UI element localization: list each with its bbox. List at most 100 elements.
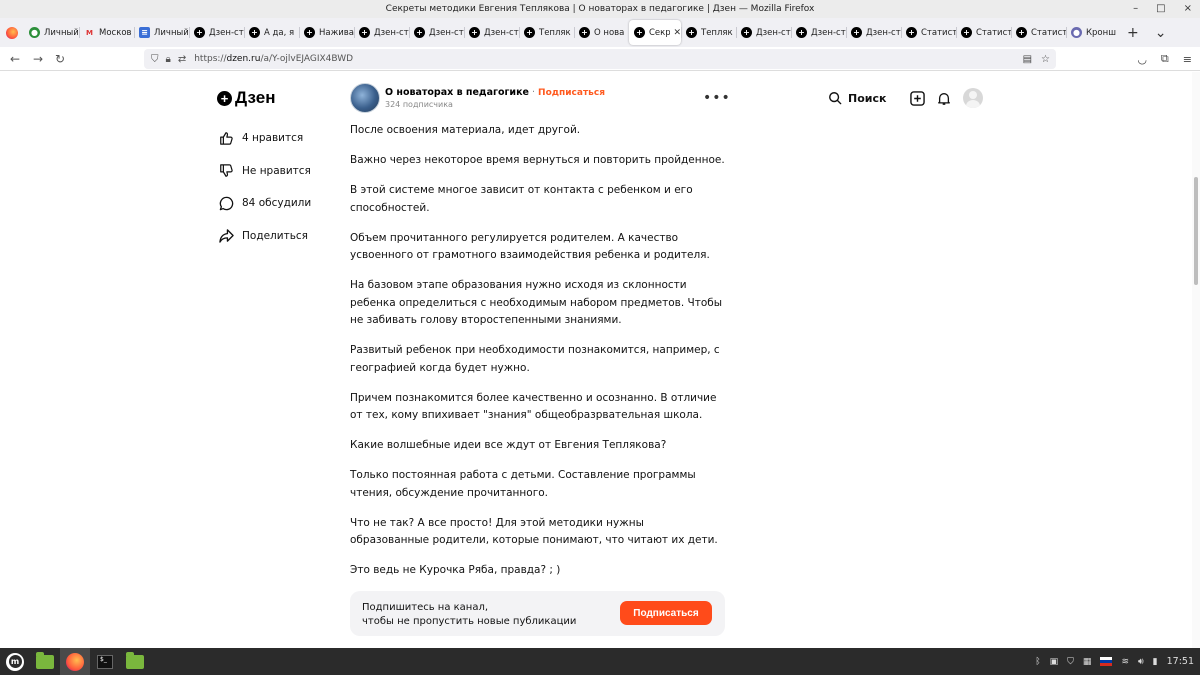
network-manager-icon[interactable]: ▦	[1083, 657, 1092, 667]
ok-icon: ●	[29, 27, 40, 38]
notifications-bell-icon[interactable]	[937, 91, 951, 106]
bluetooth-icon[interactable]: ᛒ	[1035, 657, 1040, 667]
terminal-icon: $_	[97, 654, 113, 669]
article-paragraph: Причем познакомится более качественно и …	[350, 391, 717, 422]
tab[interactable]: + Тепляк	[519, 20, 574, 45]
dzen-icon: +	[1016, 27, 1027, 38]
clock[interactable]: 17:51	[1167, 656, 1194, 667]
url-bar[interactable]: ⛉ 🔒︎ ⇄ https://dzen.ru/a/Y-ojlvEJAGIX4BW…	[144, 49, 1056, 69]
tab[interactable]: + Статист	[901, 20, 956, 45]
tab[interactable]: + А да, я	[244, 20, 299, 45]
tab[interactable]: + Дзен-ст	[846, 20, 901, 45]
tab-label: Дзен-ст	[209, 27, 244, 38]
dzen-icon: +	[686, 27, 697, 38]
window-title: Секреты методики Евгения Теплякова | О н…	[385, 4, 815, 14]
tracking-shield-icon[interactable]: ⛉	[151, 54, 159, 65]
subscribe-card-line2: чтобы не пропустить новые публикации	[362, 615, 577, 627]
url-prefix: https://	[194, 54, 227, 64]
tab[interactable]: + Дзен-ст	[464, 20, 519, 45]
bookmark-star-icon[interactable]: ☆	[1041, 54, 1050, 65]
update-manager-icon[interactable]: ⛉	[1067, 657, 1074, 667]
taskbar: m $_ ᛒ ▣ ⛉ ▦ ≋ 🔊︎ ▮ 17:51	[0, 648, 1200, 675]
tab[interactable]: М Москов	[79, 20, 134, 45]
tab[interactable]: + О нова	[574, 20, 629, 45]
like-button[interactable]: 4 нравится	[218, 122, 311, 155]
clipboard-icon[interactable]: ▣	[1050, 657, 1059, 667]
back-button[interactable]: ←	[10, 47, 20, 71]
tab[interactable]: + Дзен-ст	[736, 20, 791, 45]
channel-name[interactable]: О новаторах в педагогике	[385, 87, 529, 98]
tab-label: Нажива	[319, 27, 354, 38]
channel-subscribe-link[interactable]: Подписаться	[538, 88, 605, 98]
tab[interactable]: + Дзен-ст	[409, 20, 464, 45]
taskbar-firefox[interactable]	[60, 648, 90, 675]
channel-header: О новаторах в педагогике · Подписаться 3…	[350, 83, 605, 113]
url-text[interactable]: https://dzen.ru/a/Y-ojlvEJAGIX4BWD	[194, 54, 353, 64]
subscribe-button[interactable]: Подписаться	[620, 601, 712, 625]
dzen-logo[interactable]: + Дзен	[217, 88, 275, 108]
show-desktop-button[interactable]	[30, 648, 60, 675]
battery-icon[interactable]: ▮	[1153, 657, 1158, 667]
dislike-button[interactable]: Не нравится	[218, 155, 311, 188]
tab[interactable]: + Тепляк	[681, 20, 736, 45]
page-scrollbar[interactable]	[1192, 72, 1200, 648]
user-icon: ●	[1071, 27, 1082, 38]
comment-icon	[218, 195, 234, 211]
tab[interactable]: + Дзен-ст	[791, 20, 846, 45]
lock-icon[interactable]: 🔒︎	[166, 54, 171, 65]
new-tab-button[interactable]: +	[1127, 25, 1139, 41]
tab[interactable]: + Нажива	[299, 20, 354, 45]
dzen-logo-text: Дзен	[235, 88, 276, 107]
forward-button[interactable]: →	[33, 47, 43, 71]
tab-label: Дзен-ст	[756, 27, 791, 38]
channel-avatar[interactable]	[350, 83, 380, 113]
navigation-toolbar: ← → ↻ ⛉ 🔒︎ ⇄ https://dzen.ru/a/Y-ojlvEJA…	[0, 47, 1200, 71]
firefox-taskbar-icon	[66, 652, 84, 671]
article-paragraph: Что не так? А все просто! Для этой метод…	[350, 516, 718, 547]
close-window-button[interactable]: ×	[1184, 0, 1192, 18]
page-content: + Дзен 4 нравится Не нравится 84 обсудил…	[0, 72, 1192, 648]
tab[interactable]: ≡ Личный	[134, 20, 189, 45]
tab[interactable]: + Дзен-ст	[189, 20, 244, 45]
minimize-button[interactable]: –	[1133, 0, 1138, 18]
url-path: /a/Y-ojlvEJAGIX4BWD	[260, 54, 354, 64]
tab-close-icon[interactable]: ✕	[673, 28, 681, 38]
article-actions: 4 нравится Не нравится 84 обсудили Подел…	[218, 122, 311, 252]
dzen-icon: +	[194, 27, 205, 38]
create-post-icon[interactable]	[910, 90, 926, 106]
comments-button[interactable]: 84 обсудили	[218, 187, 311, 220]
url-host: dzen.ru	[226, 54, 261, 64]
list-tabs-button[interactable]: ⌄	[1155, 25, 1167, 41]
volume-icon[interactable]: 🔊︎	[1138, 657, 1144, 667]
tab[interactable]: + Дзен-ст	[354, 20, 409, 45]
tab[interactable]: + Статист	[1011, 20, 1066, 45]
tab-active[interactable]: + Секр ✕	[629, 20, 681, 45]
subscribe-card: Подпишитесь на канал, чтобы не пропустит…	[350, 591, 725, 636]
extensions-icon[interactable]: ⧉	[1161, 52, 1169, 66]
reader-view-icon[interactable]: ▤	[1023, 54, 1032, 65]
more-options-icon[interactable]: •••	[703, 90, 731, 106]
wifi-icon[interactable]: ≋	[1121, 657, 1129, 667]
tab-label: Личный	[154, 27, 189, 38]
dislike-label: Не нравится	[242, 164, 311, 177]
reload-button[interactable]: ↻	[55, 47, 65, 71]
dzen-icon: +	[634, 27, 645, 38]
maximize-button[interactable]: □	[1156, 0, 1165, 18]
scrollbar-thumb[interactable]	[1194, 177, 1198, 285]
keyboard-layout-flag-icon[interactable]	[1100, 657, 1113, 666]
user-avatar[interactable]	[963, 88, 984, 108]
tab[interactable]: ● Личный	[24, 20, 79, 45]
firefox-view-button[interactable]	[0, 18, 24, 47]
taskbar-terminal[interactable]: $_	[90, 648, 120, 675]
dzen-icon: +	[961, 27, 972, 38]
tab[interactable]: + Статист	[956, 20, 1011, 45]
search-button[interactable]: Поиск	[828, 91, 886, 105]
menu-icon[interactable]: ≡	[1183, 53, 1192, 66]
share-button[interactable]: Поделиться	[218, 220, 311, 253]
permissions-icon[interactable]: ⇄	[178, 54, 186, 65]
pocket-icon[interactable]: ◡	[1137, 53, 1147, 66]
article-paragraph: Только постоянная работа с детьми. Соста…	[350, 469, 696, 499]
taskbar-files[interactable]	[120, 648, 150, 675]
tab[interactable]: ● Кронш	[1066, 20, 1121, 45]
start-menu-button[interactable]: m	[0, 648, 30, 675]
